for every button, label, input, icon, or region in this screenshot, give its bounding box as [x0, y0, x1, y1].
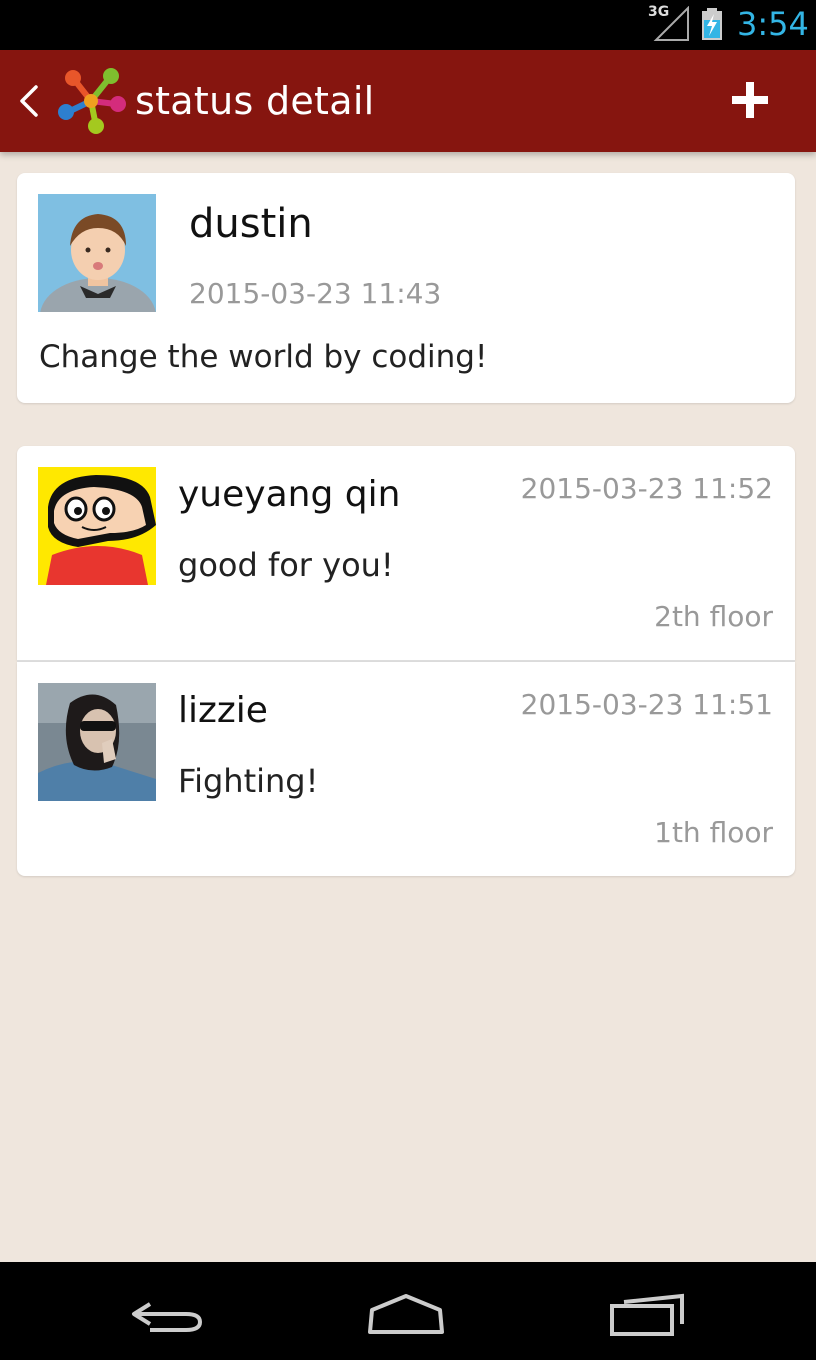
avatar[interactable]: [38, 683, 156, 801]
clock: 3:54: [737, 5, 809, 43]
user-avatar-image: [38, 683, 156, 801]
chevron-left-icon[interactable]: [16, 84, 42, 118]
nav-home-icon[interactable]: [366, 1292, 446, 1336]
post-card[interactable]: dustin 2015-03-23 11:43 Change the world…: [17, 173, 795, 403]
nav-back-icon[interactable]: [128, 1292, 208, 1336]
comment-timestamp: 2015-03-23 11:52: [520, 472, 773, 505]
post-author-name[interactable]: dustin: [189, 201, 313, 247]
nav-recent-apps-icon[interactable]: [608, 1292, 688, 1336]
user-avatar-image: [38, 467, 156, 585]
user-avatar-image: [38, 194, 156, 312]
plus-icon[interactable]: [730, 80, 770, 120]
comment-item[interactable]: yueyang qin 2015-03-23 11:52 good for yo…: [17, 446, 795, 660]
avatar[interactable]: [38, 467, 156, 585]
post-timestamp: 2015-03-23 11:43: [189, 277, 442, 310]
comment-item[interactable]: lizzie 2015-03-23 11:51 Fighting! 1th fl…: [17, 662, 795, 876]
battery-charging-icon: [702, 8, 722, 40]
comment-content: good for you!: [178, 546, 394, 584]
avatar[interactable]: [38, 194, 156, 312]
comment-floor-label: 1th floor: [654, 816, 773, 849]
comment-floor-label: 2th floor: [654, 600, 773, 633]
comment-content: Fighting!: [178, 762, 319, 800]
comment-author-name[interactable]: lizzie: [178, 690, 268, 731]
app-logo-icon[interactable]: [56, 66, 126, 136]
post-content: Change the world by coding!: [39, 339, 488, 375]
signal-icon: [653, 6, 689, 41]
page-title: status detail: [135, 79, 375, 123]
action-bar: status detail: [0, 50, 816, 152]
comment-author-name[interactable]: yueyang qin: [178, 474, 400, 515]
comment-timestamp: 2015-03-23 11:51: [520, 688, 773, 721]
navigation-bar: [0, 1262, 816, 1360]
status-bar: 3G 3:54: [0, 0, 816, 50]
